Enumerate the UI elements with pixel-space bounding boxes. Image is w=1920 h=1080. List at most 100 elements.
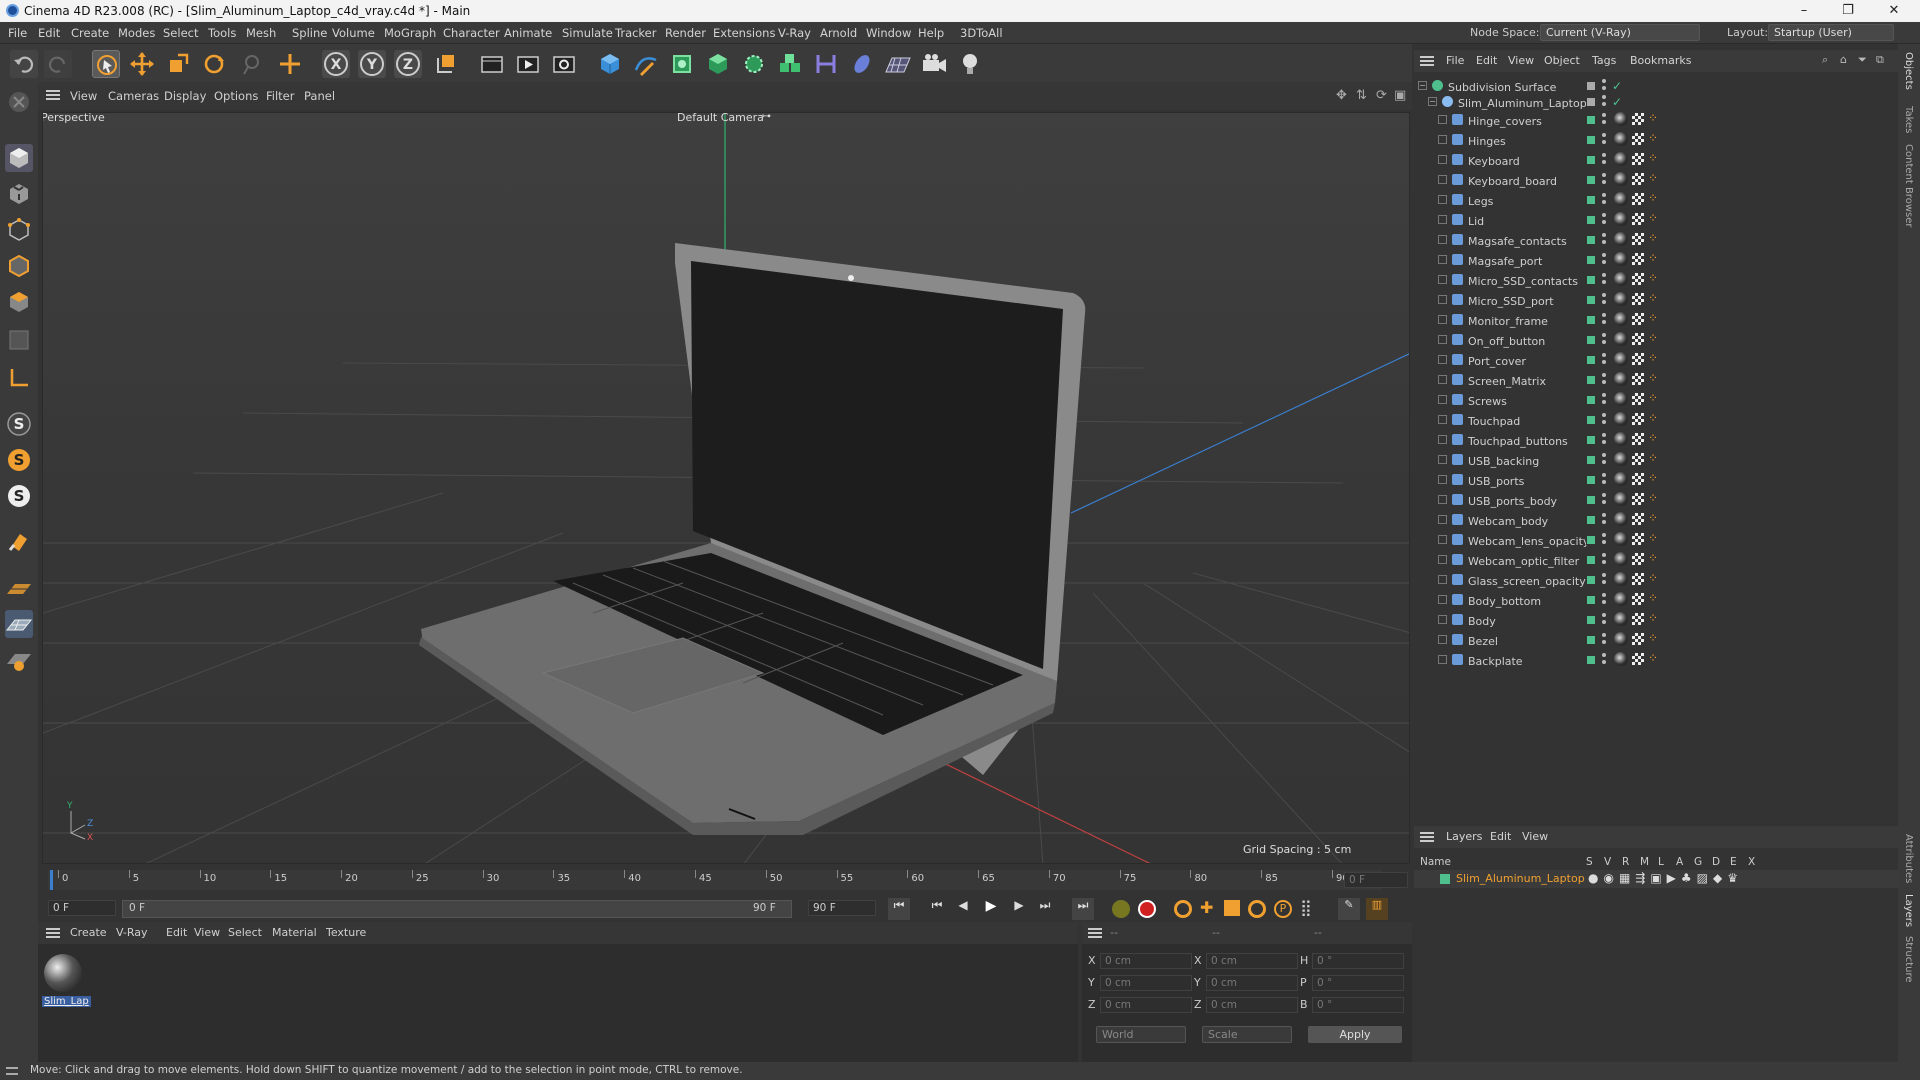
- object-row[interactable]: Keyboard_board ⁘: [1414, 171, 1898, 192]
- material-tag-icon[interactable]: [1614, 592, 1628, 606]
- object-name[interactable]: Hinges: [1468, 135, 1506, 148]
- layer-flag-a[interactable]: A: [1676, 856, 1683, 868]
- object-name[interactable]: Keyboard: [1468, 155, 1520, 168]
- vray-tag-icon[interactable]: ⁘: [1648, 631, 1658, 645]
- object-name[interactable]: Screen_Matrix: [1468, 375, 1546, 388]
- render-visibility-dot[interactable]: [1602, 220, 1606, 224]
- playhead[interactable]: [50, 870, 53, 890]
- texture-tag-icon[interactable]: [1632, 493, 1644, 505]
- vray-tag-icon[interactable]: ⁘: [1648, 111, 1658, 125]
- go-to-start-icon[interactable]: ⏮: [888, 898, 910, 920]
- texture-tag-icon[interactable]: [1632, 513, 1644, 525]
- object-row[interactable]: Webcam_optic_filter ⁘: [1414, 551, 1898, 572]
- tree-expand-icon[interactable]: [1438, 295, 1447, 304]
- layer-menu-edit[interactable]: Edit: [1490, 830, 1511, 843]
- timeline-window-icon[interactable]: ▥: [1366, 898, 1388, 920]
- layer-color-swatch[interactable]: [1586, 655, 1596, 665]
- editor-visibility-dot[interactable]: [1602, 233, 1606, 237]
- tree-expand-icon[interactable]: [1438, 615, 1447, 624]
- select-tool-icon[interactable]: [92, 50, 120, 78]
- coord-position-field[interactable]: 0 cm: [1100, 953, 1192, 969]
- light-icon[interactable]: [956, 50, 984, 78]
- render-visibility-dot[interactable]: [1602, 240, 1606, 244]
- tree-expand-icon[interactable]: [1438, 555, 1447, 564]
- grid-icon[interactable]: [5, 610, 33, 638]
- material-tag-icon[interactable]: [1614, 192, 1628, 206]
- key-parameter-icon[interactable]: P: [1274, 900, 1292, 918]
- material-tag-icon[interactable]: [1614, 632, 1628, 646]
- material-tag-icon[interactable]: [1614, 652, 1628, 666]
- viewport-rotate-icon[interactable]: ⟳: [1376, 88, 1387, 103]
- object-name[interactable]: Body: [1468, 615, 1496, 628]
- object-row[interactable]: Screen_Matrix ⁘: [1414, 371, 1898, 392]
- tree-expand-icon[interactable]: [1438, 135, 1447, 144]
- size-mode-dropdown[interactable]: Scale: [1202, 1026, 1292, 1043]
- object-name[interactable]: Port_cover: [1468, 355, 1526, 368]
- editor-visibility-dot[interactable]: [1602, 433, 1606, 437]
- next-key-icon[interactable]: ⏭: [1034, 898, 1056, 920]
- layer-row[interactable]: Slim_Aluminum_Laptop ●◉▦⇶▣▶♣▨◆♛: [1414, 870, 1898, 888]
- object-row[interactable]: Monitor_frame ⁘: [1414, 311, 1898, 332]
- material-tag-icon[interactable]: [1614, 552, 1628, 566]
- editor-visibility-dot[interactable]: [1602, 273, 1606, 277]
- viewport-menu-view[interactable]: View: [70, 89, 97, 103]
- vray-tag-icon[interactable]: ⁘: [1648, 271, 1658, 285]
- object-row[interactable]: Magsafe_contacts ⁘: [1414, 231, 1898, 252]
- render-view-icon[interactable]: [478, 50, 506, 78]
- material-tag-icon[interactable]: [1614, 512, 1628, 526]
- material-tag-icon[interactable]: [1614, 312, 1628, 326]
- material-menu-create[interactable]: Create: [70, 926, 107, 939]
- editor-visibility-dot[interactable]: [1602, 373, 1606, 377]
- tree-expand-icon[interactable]: [1438, 415, 1447, 424]
- search-icon[interactable]: ⌕: [1822, 53, 1828, 67]
- vray-tag-icon[interactable]: ⁘: [1648, 511, 1658, 525]
- tree-expand-icon[interactable]: [1438, 595, 1447, 604]
- material-tag-icon[interactable]: [1614, 372, 1628, 386]
- workplane-icon[interactable]: [5, 574, 33, 602]
- key-scale-icon[interactable]: [1224, 900, 1240, 916]
- texture-tag-icon[interactable]: [1632, 633, 1644, 645]
- vray-tag-icon[interactable]: ⁘: [1648, 431, 1658, 445]
- coord-system-dropdown[interactable]: World: [1096, 1026, 1186, 1043]
- material-tag-icon[interactable]: [1614, 492, 1628, 506]
- coord-size-field[interactable]: 0 cm: [1206, 953, 1298, 969]
- field-icon[interactable]: [848, 50, 876, 78]
- layer-color-swatch[interactable]: [1586, 475, 1596, 485]
- object-name[interactable]: Keyboard_board: [1468, 175, 1557, 188]
- start-frame-field[interactable]: 0 F: [48, 900, 116, 916]
- layer-flag-d[interactable]: D: [1712, 856, 1720, 868]
- texture-tag-icon[interactable]: [1632, 353, 1644, 365]
- render-visibility-dot[interactable]: [1602, 560, 1606, 564]
- object-row[interactable]: Body_bottom ⁘: [1414, 591, 1898, 612]
- layer-color-swatch[interactable]: [1586, 375, 1596, 385]
- material-tag-icon[interactable]: [1614, 612, 1628, 626]
- editor-visibility-dot[interactable]: [1602, 513, 1606, 517]
- vray-tag-icon[interactable]: ⁘: [1648, 351, 1658, 365]
- key-rotation-icon[interactable]: [1248, 900, 1266, 918]
- material-tag-icon[interactable]: [1614, 532, 1628, 546]
- polygons-mode-icon[interactable]: [5, 288, 33, 316]
- texture-tag-icon[interactable]: [1632, 293, 1644, 305]
- vray-tag-icon[interactable]: ⁘: [1648, 171, 1658, 185]
- object-row[interactable]: USB_ports ⁘: [1414, 471, 1898, 492]
- editor-visibility-dot[interactable]: [1602, 133, 1606, 137]
- editor-visibility-dot[interactable]: [1602, 79, 1606, 83]
- autokey-icon[interactable]: [1138, 900, 1156, 918]
- object-menu-view[interactable]: View: [1508, 54, 1534, 67]
- vray-tag-icon[interactable]: ⁘: [1648, 131, 1658, 145]
- tree-expand-icon[interactable]: [1438, 335, 1447, 344]
- layout-dropdown[interactable]: Startup (User): [1768, 24, 1894, 41]
- menu-spline[interactable]: Spline: [292, 26, 327, 40]
- tree-expand-icon[interactable]: [1438, 455, 1447, 464]
- coord-rotation-field[interactable]: 0 °: [1312, 975, 1404, 991]
- editor-visibility-dot[interactable]: [1602, 553, 1606, 557]
- object-name[interactable]: Backplate: [1468, 655, 1523, 668]
- vray-tag-icon[interactable]: ⁘: [1648, 551, 1658, 565]
- object-row[interactable]: Micro_SSD_contacts ⁘: [1414, 271, 1898, 292]
- tree-expand-icon[interactable]: [1438, 355, 1447, 364]
- texture-tag-icon[interactable]: [1632, 313, 1644, 325]
- tree-expand-icon[interactable]: [1438, 655, 1447, 664]
- render-visibility-dot[interactable]: [1602, 420, 1606, 424]
- viewport-perspective[interactable]: Perspective Default Camera ⊶ Grid Spacin…: [42, 112, 1410, 864]
- texture-tag-icon[interactable]: [1632, 253, 1644, 265]
